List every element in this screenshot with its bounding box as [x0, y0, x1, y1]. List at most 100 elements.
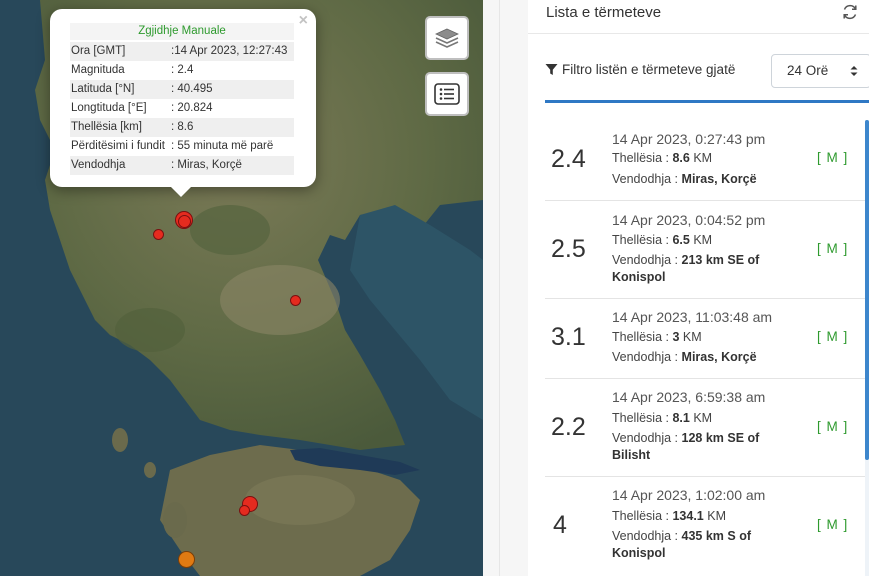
popup-row: Magnituda : 2.4: [70, 61, 294, 80]
depth-value: 8.6: [672, 151, 690, 165]
depth-label: Thellësia :: [612, 233, 669, 247]
depth-unit: KM: [707, 509, 726, 523]
popup-value: :14 Apr 2023, 12:27:43: [171, 45, 288, 57]
depth-line: Thellësia : 8.1 KM: [612, 410, 712, 427]
earthquake-marker[interactable]: [178, 551, 195, 568]
manual-tag[interactable]: [ M ]: [817, 150, 848, 165]
popup-value: : Miras, Korçë: [171, 159, 242, 171]
select-caret-icon: [850, 66, 858, 76]
location-value: Miras, Korçë: [681, 172, 757, 186]
layers-button[interactable]: [425, 16, 469, 60]
depth-unit: KM: [682, 330, 702, 344]
earthquake-list[interactable]: 2.4 14 Apr 2023, 0:27:43 pm Thellësia : …: [545, 120, 869, 576]
event-time: 14 Apr 2023, 1:02:00 am: [612, 487, 766, 503]
popup-key: Longtituda [°E]: [71, 102, 147, 114]
popup-value: : 20.824: [171, 102, 213, 114]
location-value: 213 km SE of: [681, 253, 760, 267]
popup-details-table: Ora [GMT]:14 Apr 2023, 12:27:43 Magnitud…: [70, 42, 294, 175]
location-label: Vendodhja :: [612, 431, 679, 445]
location-value-2: Bilisht: [612, 448, 651, 462]
earthquake-list-item[interactable]: 4 14 Apr 2023, 1:02:00 am Thellësia : 13…: [545, 477, 865, 576]
popup-value: : 8.6: [171, 121, 194, 133]
time-range-value: 24 Orë: [787, 63, 829, 78]
location-line: Vendodhja : Miras, Korçë: [612, 171, 757, 188]
location-line-2: Konispol: [612, 545, 665, 562]
refresh-icon: [843, 4, 857, 20]
earthquake-marker[interactable]: [178, 215, 191, 228]
panel-divider: [483, 0, 528, 576]
event-time: 14 Apr 2023, 6:59:38 am: [612, 389, 766, 405]
filter-row: Filtro listën e tërmeteve gjatë 24 Orë: [528, 54, 869, 88]
manual-tag[interactable]: [ M ]: [817, 329, 848, 344]
popup-key: Vendodhja: [71, 159, 126, 171]
popup-row: Përditësimi i fundit : 55 minuta më parë: [70, 137, 294, 156]
refresh-button[interactable]: [841, 3, 859, 26]
popup-title: Zgjidhje Manuale: [70, 23, 294, 40]
depth-unit: KM: [693, 411, 713, 425]
filter-icon: [545, 64, 558, 75]
earthquake-list-item[interactable]: 2.2 14 Apr 2023, 6:59:38 am Thellësia : …: [545, 379, 865, 477]
magnitude-value: 3.1: [551, 323, 586, 351]
depth-line: Thellësia : 6.5 KM: [612, 232, 712, 249]
popup-close-button[interactable]: ×: [299, 12, 308, 30]
depth-line: Thellësia : 134.1 KM: [612, 508, 726, 525]
manual-tag[interactable]: [ M ]: [817, 517, 848, 532]
earthquake-marker[interactable]: [153, 229, 164, 240]
popup-key: Thellësia [km]: [71, 121, 142, 133]
depth-label: Thellësia :: [612, 330, 669, 344]
location-value: 128 km SE of: [681, 431, 760, 445]
manual-tag[interactable]: [ M ]: [817, 241, 848, 256]
popup-row: Longtituda [°E] : 20.824: [70, 99, 294, 118]
time-range-select[interactable]: 24 Orë: [771, 54, 869, 88]
depth-value: 8.1: [672, 411, 690, 425]
location-value: Miras, Korçë: [681, 350, 757, 364]
map-view[interactable]: × Zgjidhje Manuale Ora [GMT]:14 Apr 2023…: [0, 0, 483, 576]
depth-label: Thellësia :: [612, 411, 669, 425]
location-line: Vendodhja : 435 km S of: [612, 528, 751, 545]
list-scrollbar-thumb[interactable]: [865, 120, 869, 460]
location-value-2: Konispol: [612, 546, 666, 560]
depth-value: 6.5: [672, 233, 690, 247]
depth-unit: KM: [693, 233, 713, 247]
depth-line: Thellësia : 3 KM: [612, 329, 702, 346]
popup-value: : 55 minuta më parë: [171, 140, 274, 152]
earthquake-popup: × Zgjidhje Manuale Ora [GMT]:14 Apr 2023…: [50, 9, 316, 197]
popup-key: Magnituda: [71, 64, 125, 76]
panel-title: Lista e tërmeteve: [546, 4, 662, 21]
layers-icon: [435, 28, 459, 48]
filter-label: Filtro listën e tërmeteve gjatë: [545, 62, 735, 77]
location-line-2: Bilisht: [612, 447, 650, 464]
earthquake-list-item[interactable]: 2.5 14 Apr 2023, 0:04:52 pm Thellësia : …: [545, 201, 865, 299]
filter-label-text: Filtro listën e tërmeteve gjatë: [562, 62, 736, 77]
location-label: Vendodhja :: [612, 350, 679, 364]
panel-header: Lista e tërmeteve: [528, 0, 869, 34]
popup-row: Thellësia [km] : 8.6: [70, 118, 294, 137]
popup-value: : 2.4: [171, 64, 194, 76]
depth-unit: KM: [693, 151, 713, 165]
location-line: Vendodhja : Miras, Korçë: [612, 349, 757, 366]
list-header-divider: [545, 100, 869, 103]
location-line-2: Konispol: [612, 269, 665, 286]
earthquake-marker[interactable]: [290, 295, 301, 306]
event-time: 14 Apr 2023, 0:04:52 pm: [612, 212, 766, 228]
manual-tag[interactable]: [ M ]: [817, 419, 848, 434]
earthquake-list-item[interactable]: 2.4 14 Apr 2023, 0:27:43 pm Thellësia : …: [545, 120, 865, 201]
magnitude-value: 2.2: [551, 413, 586, 441]
depth-label: Thellësia :: [612, 509, 669, 523]
depth-label: Thellësia :: [612, 151, 669, 165]
earthquake-marker[interactable]: [239, 505, 250, 516]
popup-row: Ora [GMT]:14 Apr 2023, 12:27:43: [70, 42, 294, 61]
list-toggle-button[interactable]: [425, 72, 469, 116]
location-label: Vendodhja :: [612, 529, 679, 543]
location-value: 435 km S of: [681, 529, 752, 543]
depth-line: Thellësia : 8.6 KM: [612, 150, 712, 167]
location-value-2: Konispol: [612, 270, 666, 284]
event-time: 14 Apr 2023, 11:03:48 am: [612, 309, 773, 325]
popup-row: Vendodhja : Miras, Korçë: [70, 156, 294, 175]
earthquake-list-item[interactable]: 3.1 14 Apr 2023, 11:03:48 am Thellësia :…: [545, 299, 865, 379]
magnitude-value: 2.4: [551, 145, 586, 173]
popup-row: Latituda [°N]: 40.495: [70, 80, 294, 99]
depth-value: 134.1: [672, 509, 704, 523]
event-time: 14 Apr 2023, 0:27:43 pm: [612, 131, 766, 147]
popup-key: Përditësimi i fundit: [71, 140, 165, 152]
